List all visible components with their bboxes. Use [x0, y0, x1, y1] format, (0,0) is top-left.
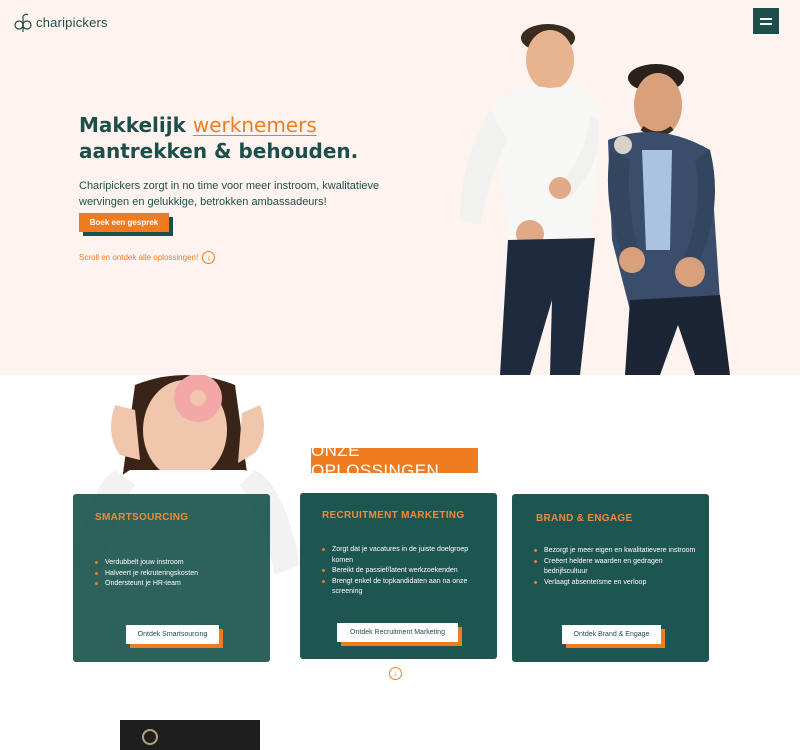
card-bullets: Zorgt dat je vacatures in de juiste doel… [322, 545, 490, 598]
card-title: SMARTSOURCING [95, 512, 189, 523]
hero-section: charipickers Makkelijk werknemers aantre… [0, 0, 800, 375]
solutions-title: ONZE OPLOSSINGEN [311, 441, 478, 480]
solution-card-brand-engage: BRAND & ENGAGE Bezorgt je meer eigen en … [512, 494, 709, 662]
card-button-wrap: Ontdek Brand & Engage [562, 625, 665, 648]
list-item: Bezorgt je meer eigen en kwalitatievere … [534, 546, 702, 557]
list-item: Brengt enkel de topkandidaten aan na onz… [322, 577, 490, 598]
list-item: Zorgt dat je vacatures in de juiste doel… [322, 545, 490, 566]
arrow-down-circle-icon[interactable]: ↓ [389, 667, 402, 680]
card-button-wrap: Ontdek Recruitment Marketing [337, 623, 462, 646]
brand-logo[interactable]: charipickers [14, 12, 108, 32]
card-bullets: Bezorgt je meer eigen en kwalitatievere … [534, 546, 702, 588]
hero-people-photo [460, 24, 730, 375]
list-item: Halveert je rekruteringskosten [95, 569, 198, 580]
list-item: Bereikt de passief/latent werkzoekenden [322, 566, 490, 577]
discover-brand-engage-button[interactable]: Ontdek Brand & Engage [562, 625, 661, 644]
charipickers-logo-icon [14, 13, 32, 32]
headline-accent: werknemers [192, 113, 317, 137]
solution-card-recruitment-marketing: RECRUITMENT MARKETING Zorgt dat je vacat… [300, 493, 497, 659]
list-item: Ondersteunt je HR-team [95, 579, 198, 590]
hero-lead: Charipickers zorgt in no time voor meer … [79, 180, 380, 208]
card-bullets: Verdubbelt jouw instroom Halveert je rek… [95, 558, 198, 590]
card-title: RECRUITMENT MARKETING [322, 510, 465, 521]
list-item: Verdubbelt jouw instroom [95, 558, 198, 569]
book-call-button[interactable]: Boek een gesprek [79, 213, 169, 232]
card-button-wrap: Ontdek Smartsourcing [126, 625, 223, 648]
headline-prefix: Makkelijk [79, 113, 186, 137]
book-call-button-wrap: Boek een gesprek [79, 213, 173, 236]
scroll-link[interactable]: Scroll en ontdek alle oplossingen! ↓ [79, 251, 216, 264]
list-item: Creëert heldere waarden en gedragen bedr… [534, 557, 702, 578]
hero-headline: Makkelijk werknemers aantrekken & behoud… [79, 112, 358, 164]
headline-line2: aantrekken & behouden. [79, 139, 359, 163]
solution-card-smartsourcing: SMARTSOURCING Verdubbelt jouw instroom H… [73, 494, 270, 662]
card-title: BRAND & ENGAGE [536, 513, 633, 524]
arrow-down-circle-icon: ↓ [202, 251, 216, 264]
discover-recruitment-marketing-button[interactable]: Ontdek Recruitment Marketing [337, 623, 458, 642]
list-item: Verlaagt absenteïsme en verloop [534, 578, 702, 589]
discover-smartsourcing-button[interactable]: Ontdek Smartsourcing [126, 625, 219, 644]
scroll-label: Scroll en ontdek alle oplossingen! [79, 253, 199, 262]
brand-name: charipickers [36, 14, 108, 30]
